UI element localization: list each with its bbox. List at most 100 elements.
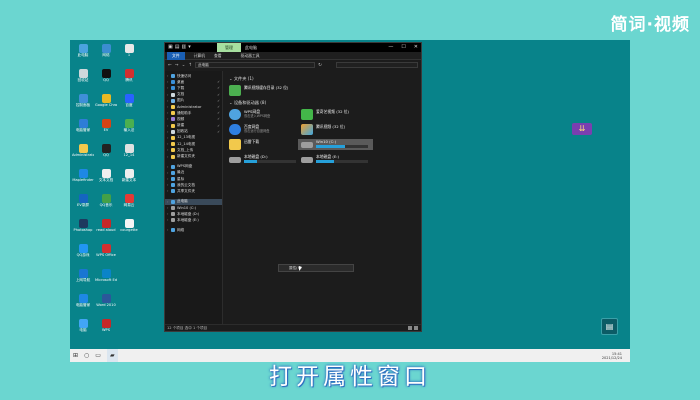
desktop-icon[interactable]: QQ (95, 142, 117, 167)
desktop-icon-label: 百度 (125, 103, 133, 107)
desktop-icon[interactable]: Maplefinder (72, 167, 94, 192)
desktop-icon[interactable]: Google Chrome (95, 92, 117, 117)
tab-drive-tools[interactable]: 驱动器工具 (241, 53, 260, 59)
desktop-icon[interactable]: WPS Office (95, 242, 117, 267)
tab-view[interactable]: 查看 (214, 53, 222, 59)
drive-icon (301, 142, 313, 148)
desktop-icon[interactable]: 百度 (118, 92, 140, 117)
save-icon[interactable]: ▤ (175, 43, 180, 52)
desktop-icon-label: 输入法 (123, 128, 135, 132)
nav-item[interactable]: › 共享文件夹 (165, 188, 222, 194)
desktop-icon[interactable]: 电脑管家 (72, 292, 94, 317)
tab-manage[interactable]: 管理 (217, 43, 241, 52)
desktop-icon[interactable]: read aloud (95, 217, 117, 242)
device-item-xunlei[interactable]: 迅雷下载 (229, 139, 301, 150)
desktop-icon-label: 控制面板 (75, 103, 91, 107)
recycle-bin-icon (171, 129, 175, 134)
forward-icon[interactable]: → (175, 63, 179, 68)
desktop-icon[interactable]: Administrator (72, 142, 94, 167)
game-icon (78, 244, 88, 253)
nav-item-label: 桌面 (177, 79, 185, 84)
desktop-icon[interactable]: Microsoft Edge (95, 267, 117, 292)
desktop-icon[interactable]: 网易云 (118, 192, 140, 217)
start-icon[interactable]: ⊞ (73, 349, 78, 362)
devices-section-header[interactable]: ⌄ 设备和驱动器 (8) (229, 100, 415, 106)
up-icon[interactable]: ↑ (188, 63, 192, 68)
folders-section-header[interactable]: ⌄ 文件夹 (1) (229, 76, 415, 82)
cloud-icon (229, 109, 241, 120)
desktop-icon[interactable]: WPS (95, 317, 117, 342)
desktop-icon[interactable]: 1 (118, 42, 140, 67)
recycle-bin-icon (78, 69, 88, 78)
desktop-icon[interactable]: QQ (95, 67, 117, 92)
nav-item-label: 星标 (177, 176, 185, 181)
desktop-icon (118, 267, 140, 292)
note-button[interactable]: ▤ (601, 318, 618, 335)
minimize-icon[interactable]: — (388, 43, 393, 52)
drive-icon (301, 157, 313, 163)
desktop-icon (171, 80, 175, 85)
explorer-taskbar-icon[interactable]: ▰ (106, 349, 118, 362)
nav-item-label: 此电脑 (177, 199, 188, 204)
floating-widget[interactable]: ⇊ (572, 123, 592, 135)
tab-file[interactable]: 文件 (167, 51, 185, 60)
folder-icon (171, 111, 175, 116)
details-view-icon[interactable] (408, 326, 412, 330)
desktop-icon[interactable]: 新建文本 (118, 167, 140, 192)
desktop-icon[interactable]: 腾讯 (118, 67, 140, 92)
search-icon[interactable]: ○ (84, 349, 89, 362)
folder-icon[interactable]: ▥ (181, 43, 186, 52)
desktop-icon[interactable]: 输入法 (118, 117, 140, 142)
device-item-iqiyi[interactable]: 爱奇艺视频 (32 位) (301, 109, 373, 120)
tab-computer[interactable]: 计算机 (194, 53, 205, 59)
pin-icon: ✓ (217, 86, 220, 91)
desktop-icon[interactable]: 文本文档 (95, 167, 117, 192)
computer-icon[interactable]: ▣ (168, 43, 173, 52)
context-menu-properties[interactable]: 属性(R) (278, 264, 354, 272)
desktop-icon[interactable]: 上网导航 (72, 267, 94, 292)
desktop-icon[interactable]: 网络 (95, 42, 117, 67)
desktop-icon[interactable]: EV (95, 117, 117, 142)
nav-item[interactable]: › 新建文件夹 (165, 153, 222, 159)
desktop-icon[interactable]: QQ音乐 (95, 192, 117, 217)
quick-access-toolbar: ▣ ▤ ▥ ▾ (165, 43, 191, 52)
desktop-icon (118, 292, 140, 317)
device-item-baidu[interactable]: 百度网盘 双击运行百度网盘 (229, 124, 301, 135)
nav-item-label: 12_14电视 (177, 141, 196, 146)
nav-item[interactable]: › 网络 (165, 227, 222, 233)
maximize-icon[interactable]: ☐ (401, 43, 405, 52)
chevron-down-icon[interactable]: ⌄ (182, 63, 186, 68)
device-item-tencent-video[interactable]: 腾讯视频 (32 位) (301, 124, 373, 135)
desktop-icon[interactable]: 电脑 (72, 317, 94, 342)
desktop-icon[interactable]: 电脑管家 (72, 117, 94, 142)
close-icon[interactable]: ✕ (414, 43, 418, 52)
desktop-icon[interactable]: courgette (118, 217, 140, 242)
desktop-icon[interactable]: 此电脑 (72, 42, 94, 67)
system-clock[interactable]: 15:41 2021/12/24 (602, 349, 622, 362)
device-item-wps[interactable]: WPS网盘 双击进入WPS网盘 (229, 109, 301, 120)
drive-item-d[interactable]: 本地磁盘 (D:) (229, 154, 301, 164)
computer-icon (171, 199, 175, 204)
content-pane: ⌄ 文件夹 (1) 腾讯视频缓存目录 (32 位) ⌄ 设备和驱动器 (8) W… (223, 71, 421, 324)
desktop-icon[interactable]: QQ游戏 (72, 242, 94, 267)
address-input[interactable]: 此电脑 (195, 62, 316, 68)
desktop-icon[interactable]: EV录屏 (72, 192, 94, 217)
folder-item[interactable]: 腾讯视频缓存目录 (32 位) (229, 85, 415, 96)
refresh-icon[interactable]: ↻ (318, 63, 322, 68)
desktop-icon[interactable]: 控制面板 (72, 92, 94, 117)
drive-item-c[interactable]: Win10 (C:) (298, 139, 373, 150)
desktop-icon[interactable]: 回收站 (72, 67, 94, 92)
desktop-icon[interactable]: Word 2010 (95, 292, 117, 317)
computer-icon (78, 44, 88, 53)
desktop-icon[interactable]: Photoshop (72, 217, 94, 242)
search-input[interactable] (336, 62, 418, 68)
tiles-view-icon[interactable] (414, 326, 418, 330)
nav-item[interactable]: › 本地磁盘 (E:) (165, 217, 222, 223)
task-view-icon[interactable]: ▭ (95, 349, 101, 362)
drive-item-e[interactable]: 本地磁盘 (E:) (301, 154, 373, 164)
back-icon[interactable]: ← (168, 63, 172, 68)
desktop-icon-label: EV录屏 (77, 203, 89, 207)
status-bar: 12 个项目 选中 1 个项目 (165, 324, 421, 331)
dropdown-icon[interactable]: ▾ (188, 43, 191, 52)
desktop-icon[interactable]: 12_14 (118, 142, 140, 167)
